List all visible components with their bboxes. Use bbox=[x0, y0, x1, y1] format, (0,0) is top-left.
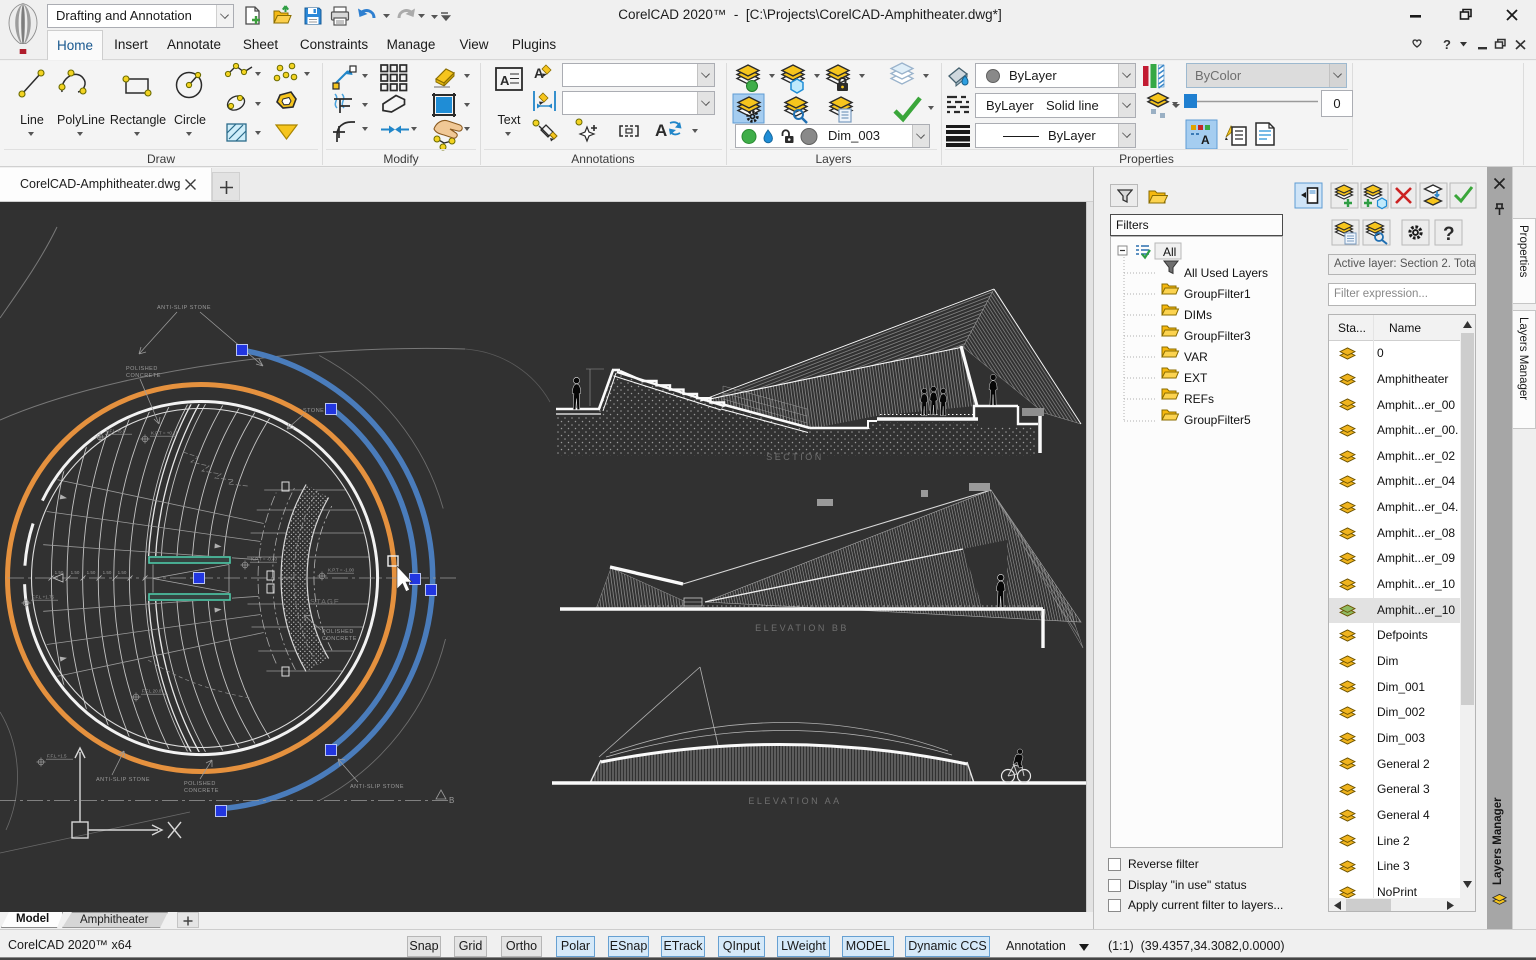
svg-text:F.F.L 20.0: F.F.L 20.0 bbox=[142, 689, 162, 694]
svg-text:CONCRETE: CONCRETE bbox=[184, 788, 219, 794]
svg-text:ELEVATION BB: ELEVATION BB bbox=[755, 623, 849, 633]
svg-text:STAGE: STAGE bbox=[310, 597, 340, 606]
svg-text:ELEVATION AA: ELEVATION AA bbox=[748, 796, 841, 806]
svg-text:K.P.T = +0.15: K.P.T = +0.15 bbox=[151, 431, 179, 436]
svg-text:1.50: 1.50 bbox=[103, 570, 112, 575]
svg-text:B: B bbox=[449, 796, 454, 805]
svg-text:CONCRETE: CONCRETE bbox=[126, 373, 161, 379]
svg-text:ANTI-SLIP STONE: ANTI-SLIP STONE bbox=[96, 777, 150, 783]
svg-text:STONE: STONE bbox=[303, 408, 324, 414]
svg-text:SECTION: SECTION bbox=[766, 452, 824, 462]
svg-text:POLISHED: POLISHED bbox=[184, 781, 216, 787]
svg-text:?: ? bbox=[1443, 37, 1451, 52]
svg-text:1.50: 1.50 bbox=[87, 570, 96, 575]
svg-text:?: ? bbox=[1443, 224, 1455, 245]
svg-text:1.50: 1.50 bbox=[118, 570, 127, 575]
svg-text:ANTI-SLIP STONE: ANTI-SLIP STONE bbox=[350, 784, 404, 790]
svg-text:A: A bbox=[655, 121, 667, 140]
svg-text:K.P.T = -0.40: K.P.T = -0.40 bbox=[251, 557, 277, 562]
svg-text:F.F.L +1.5: F.F.L +1.5 bbox=[47, 754, 67, 759]
svg-text:A: A bbox=[1201, 133, 1210, 147]
svg-text:F.F.L +1.75: F.F.L +1.75 bbox=[32, 595, 54, 600]
svg-text:ANTI-SLIP STONE: ANTI-SLIP STONE bbox=[157, 305, 211, 311]
svg-text:A: A bbox=[500, 73, 510, 88]
svg-text:K.P.T = -1.00: K.P.T = -1.00 bbox=[328, 568, 354, 573]
svg-text:CONCRETE: CONCRETE bbox=[322, 636, 357, 642]
svg-text:POLISHED: POLISHED bbox=[126, 366, 158, 372]
svg-text:POLISHED: POLISHED bbox=[322, 629, 354, 635]
svg-text:1.50: 1.50 bbox=[71, 570, 80, 575]
svg-text:F.F.L 45.0: F.F.L 45.0 bbox=[106, 429, 126, 434]
